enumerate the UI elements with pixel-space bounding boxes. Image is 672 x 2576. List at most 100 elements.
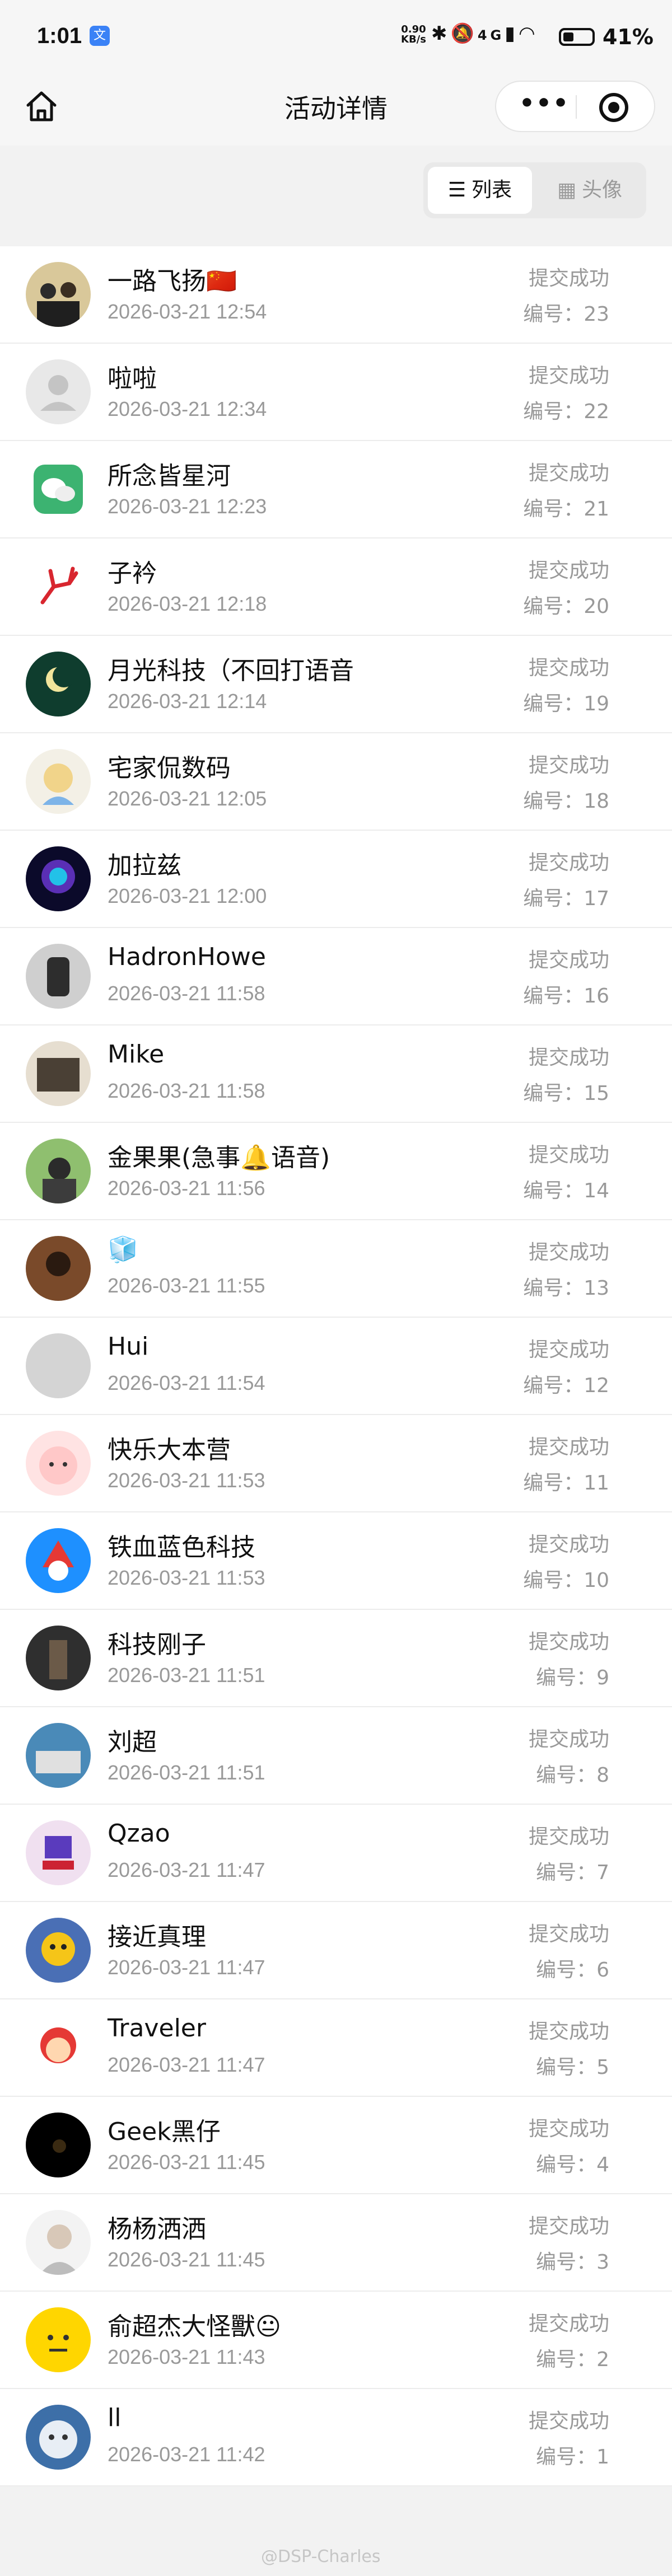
submit-time: 2026-03-21 11:51 — [108, 1761, 265, 1784]
user-name: Mike — [108, 1040, 165, 1069]
submission-number: 编号：3 — [536, 2251, 609, 2274]
user-name: Hui — [108, 1332, 149, 1361]
battery-percent: 41% — [603, 25, 654, 49]
submission-number: 编号：13 — [523, 1277, 609, 1300]
list-item[interactable]: 刘超 2026-03-21 11:51 提交成功 编号：8 — [0, 1707, 672, 1805]
avatar-view-tab[interactable]: ▦ 头像 — [538, 167, 642, 214]
list-icon: ☰ — [447, 179, 466, 202]
user-name: 刘超 — [108, 1728, 157, 1757]
list-item[interactable]: Mike 2026-03-21 11:58 提交成功 编号：15 — [0, 1025, 672, 1123]
more-menu-button[interactable]: ••• — [517, 91, 571, 122]
avatar — [26, 1139, 91, 1203]
status-badge: 提交成功 — [528, 2118, 609, 2141]
list-item[interactable]: 科技刚子 2026-03-21 11:51 提交成功 编号：9 — [0, 1610, 672, 1707]
list-item[interactable]: Geek黑仔 2026-03-21 11:45 提交成功 编号：4 — [0, 2097, 672, 2194]
list-view-tab[interactable]: ☰ 列表 — [428, 167, 532, 214]
submission-number: 编号：2 — [536, 2348, 609, 2371]
submit-time: 2026-03-21 11:47 — [108, 1956, 265, 1979]
avatar — [26, 1333, 91, 1398]
avatar — [26, 1723, 91, 1788]
list-item[interactable]: 子衿 2026-03-21 12:18 提交成功 编号：20 — [0, 538, 672, 636]
submission-number: 编号：9 — [536, 1666, 609, 1689]
status-badge: 提交成功 — [528, 851, 609, 874]
user-name: Traveler — [108, 2014, 206, 2043]
user-name: 加拉兹 — [108, 851, 181, 880]
submission-number: 编号：12 — [523, 1374, 609, 1397]
list-item[interactable]: HadronHowe 2026-03-21 11:58 提交成功 编号：16 — [0, 928, 672, 1025]
signal-icon: 4G — [477, 27, 505, 43]
submit-time: 2026-03-21 12:23 — [108, 495, 267, 518]
user-name: 铁血蓝色科技 — [108, 1533, 255, 1562]
status-badge: 提交成功 — [528, 1144, 609, 1167]
list-item[interactable]: 宅家侃数码 2026-03-21 12:05 提交成功 编号：18 — [0, 733, 672, 831]
submission-number: 编号：14 — [523, 1179, 609, 1202]
notification-app-icon: 文 — [90, 26, 110, 46]
list-item[interactable]: 接近真理 2026-03-21 11:47 提交成功 编号：6 — [0, 1902, 672, 1999]
user-name: HadronHowe — [108, 943, 266, 971]
list-item[interactable]: 加拉兹 2026-03-21 12:00 提交成功 编号：17 — [0, 831, 672, 928]
status-badge: 提交成功 — [528, 559, 609, 582]
status-badge: 提交成功 — [528, 267, 609, 290]
submission-list: 一路飞扬🇨🇳 2026-03-21 12:54 提交成功 编号：23 啦啦 2026-03… — [0, 246, 672, 2486]
user-name: 所念皆星河 — [108, 462, 231, 490]
submit-time: 2026-03-21 11:55 — [108, 1274, 265, 1297]
list-item[interactable]: 铁血蓝色科技 2026-03-21 11:53 提交成功 编号：10 — [0, 1512, 672, 1610]
capsule-divider — [576, 95, 577, 119]
submission-number: 编号：19 — [523, 692, 609, 715]
submit-time: 2026-03-21 11:58 — [108, 982, 265, 1005]
user-name: 月光科技（不回打语音 — [108, 657, 354, 685]
status-badge: 提交成功 — [528, 1046, 609, 1069]
list-item[interactable]: ll 2026-03-21 11:42 提交成功 编号：1 — [0, 2389, 672, 2486]
list-item[interactable]: 一路飞扬🇨🇳 2026-03-21 12:54 提交成功 编号：23 — [0, 246, 672, 344]
list-item[interactable]: Hui 2026-03-21 11:54 提交成功 编号：12 — [0, 1318, 672, 1415]
list-item[interactable]: 月光科技（不回打语音 2026-03-21 12:14 提交成功 编号：19 — [0, 636, 672, 733]
submit-time: 2026-03-21 12:14 — [108, 690, 267, 713]
status-badge: 提交成功 — [528, 462, 609, 485]
avatar — [26, 262, 91, 327]
submission-number: 编号：15 — [523, 1082, 609, 1105]
submit-time: 2026-03-21 11:53 — [108, 1566, 265, 1589]
submit-time: 2026-03-21 12:00 — [108, 884, 267, 907]
user-name: Qzao — [108, 1819, 170, 1848]
user-name: 一路飞扬🇨🇳 — [108, 267, 237, 296]
list-item[interactable]: 🧊 2026-03-21 11:55 提交成功 编号：13 — [0, 1220, 672, 1318]
status-badge: 提交成功 — [528, 1338, 609, 1361]
user-name: 金果果(急事🔔语音) — [108, 1144, 330, 1172]
list-item[interactable]: 啦啦 2026-03-21 12:34 提交成功 编号：22 — [0, 344, 672, 441]
bluetooth-icon: ✱ — [431, 22, 451, 45]
grid-icon: ▦ — [557, 179, 576, 202]
battery-icon — [559, 28, 595, 46]
mini-program-capsule: ••• — [495, 81, 655, 132]
status-bar: 1:01 文 0.90 KB/s ✱🔕4G▮◠ 41% — [0, 0, 672, 72]
status-badge: 提交成功 — [528, 949, 609, 972]
avatar — [26, 2015, 91, 2080]
status-badge: 提交成功 — [528, 1923, 609, 1946]
list-item[interactable]: 金果果(急事🔔语音) 2026-03-21 11:56 提交成功 编号：14 — [0, 1123, 672, 1220]
list-item[interactable]: 所念皆星河 2026-03-21 12:23 提交成功 编号：21 — [0, 441, 672, 538]
status-badge: 提交成功 — [528, 1728, 609, 1751]
avatar — [26, 2405, 91, 2470]
submission-number: 编号：10 — [523, 1569, 609, 1592]
submission-number: 编号：20 — [523, 595, 609, 618]
list-item[interactable]: 快乐大本营 2026-03-21 11:53 提交成功 编号：11 — [0, 1415, 672, 1512]
list-item[interactable]: 杨杨洒洒 2026-03-21 11:45 提交成功 编号：3 — [0, 2194, 672, 2292]
list-item[interactable]: 俞超杰大怪獸😐 2026-03-21 11:43 提交成功 编号：2 — [0, 2292, 672, 2389]
submission-number: 编号：22 — [523, 400, 609, 423]
avatar — [26, 2210, 91, 2275]
status-badge: 提交成功 — [528, 2312, 609, 2335]
avatar — [26, 1528, 91, 1593]
status-badge: 提交成功 — [528, 2410, 609, 2433]
list-item[interactable]: Traveler 2026-03-21 11:47 提交成功 编号：5 — [0, 1999, 672, 2097]
close-target-icon[interactable] — [599, 93, 628, 122]
avatar — [26, 2113, 91, 2177]
user-name: 俞超杰大怪獸😐 — [108, 2312, 281, 2341]
submit-time: 2026-03-21 12:54 — [108, 300, 267, 323]
mute-icon: 🔕 — [450, 22, 478, 45]
submission-number: 编号：4 — [536, 2153, 609, 2176]
user-name: Geek黑仔 — [108, 2118, 221, 2146]
status-badge: 提交成功 — [528, 754, 609, 777]
status-badge: 提交成功 — [528, 2020, 609, 2043]
submit-time: 2026-03-21 11:45 — [108, 2248, 265, 2271]
list-item[interactable]: Qzao 2026-03-21 11:47 提交成功 编号：7 — [0, 1805, 672, 1902]
avatar — [26, 2307, 91, 2372]
